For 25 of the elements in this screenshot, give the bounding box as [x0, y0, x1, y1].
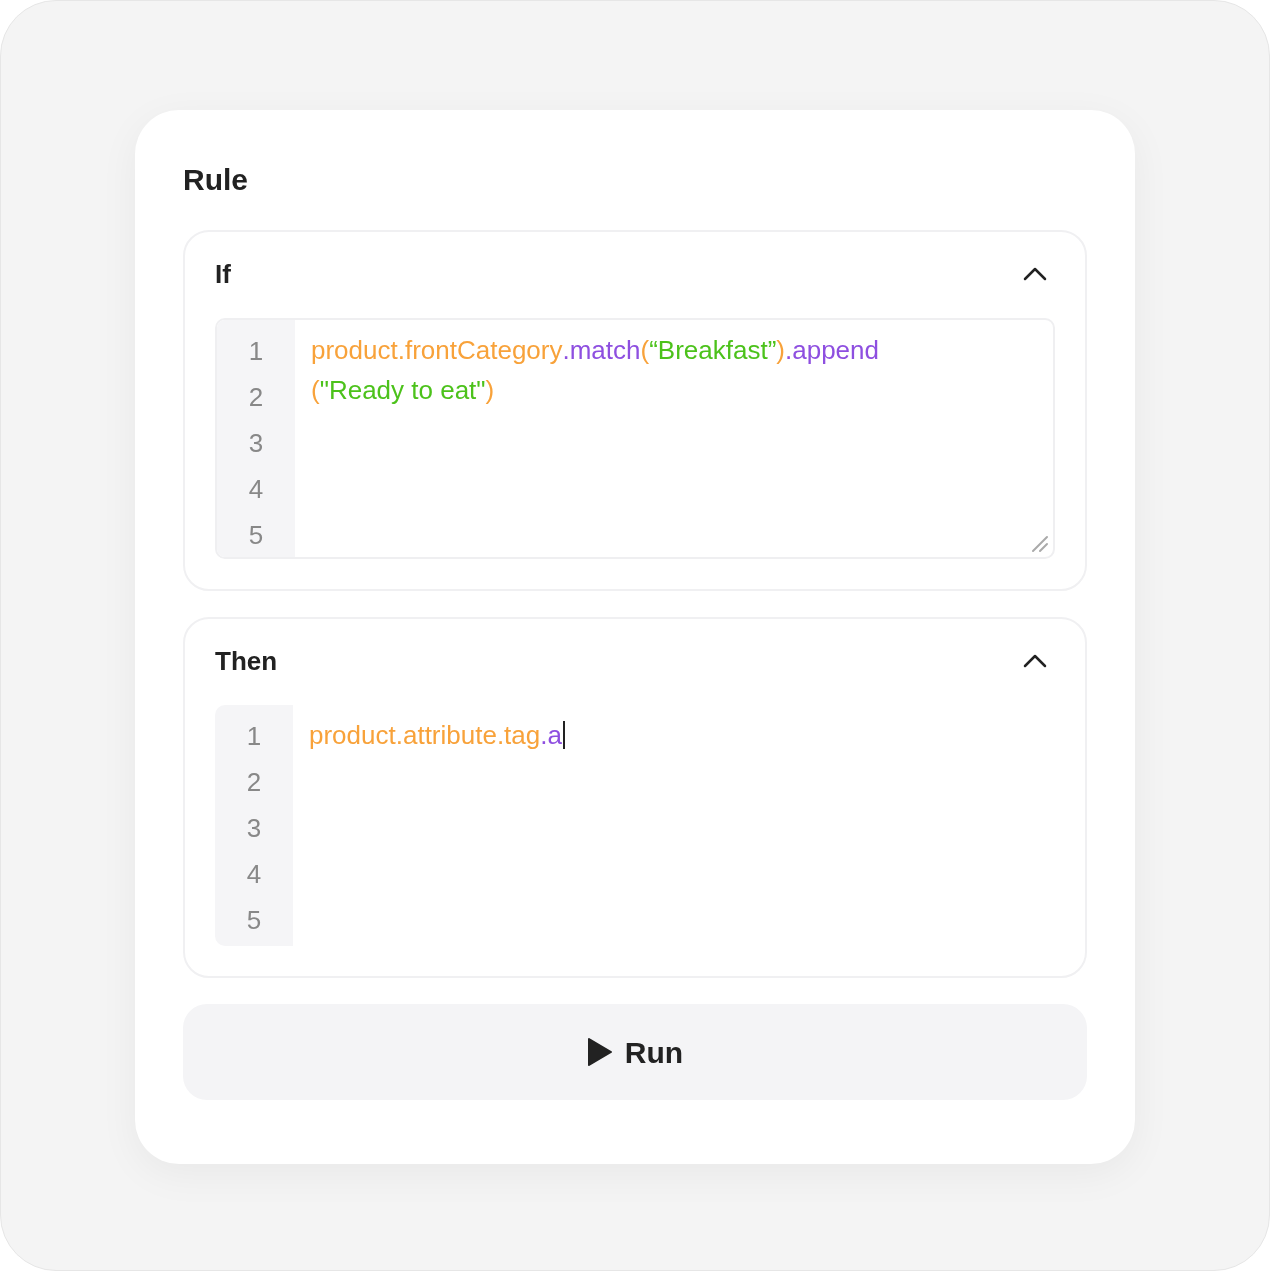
- line-number: 3: [248, 427, 264, 460]
- card-title: Rule: [183, 162, 249, 198]
- line-number: 4: [248, 473, 264, 506]
- chevron-up-icon[interactable]: [1023, 654, 1047, 668]
- play-icon: [586, 1037, 613, 1067]
- line-number: 4: [246, 858, 262, 891]
- code-editor[interactable]: 1 2 3 4 5 product.frontCategory.match(“Breakfast”).append ("Ready to eat"): [215, 318, 1055, 559]
- section-title: Then: [215, 644, 278, 678]
- section-title: If: [215, 257, 231, 291]
- resize-grip-icon[interactable]: [1031, 535, 1049, 553]
- line-number: 2: [246, 766, 262, 799]
- text-cursor: [562, 721, 565, 749]
- line-number: 3: [246, 812, 262, 845]
- line-number: 1: [248, 335, 264, 368]
- code-area[interactable]: product.frontCategory.match(“Breakfast”).append ("Ready to eat"): [295, 320, 1053, 557]
- line-number: 5: [246, 904, 262, 937]
- code-line: product.frontCategory.match(“Breakfast”).append: [311, 334, 880, 367]
- code-area[interactable]: product.attribute.tag.a: [293, 705, 1055, 946]
- line-number: 2: [248, 381, 264, 414]
- code-line: product.attribute.tag.a: [309, 715, 1055, 755]
- line-number: 1: [246, 720, 262, 753]
- chevron-up-icon[interactable]: [1023, 267, 1047, 281]
- code-line: ("Ready to eat"): [311, 374, 496, 407]
- run-button[interactable]: Run: [183, 1004, 1087, 1100]
- line-number: 5: [248, 519, 264, 552]
